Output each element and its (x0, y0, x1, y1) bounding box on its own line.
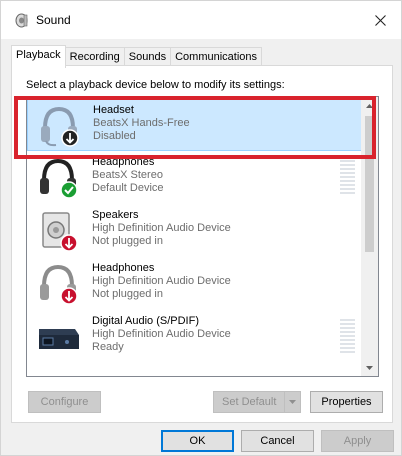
volume-meter (340, 160, 355, 194)
device-name: Headphones (92, 262, 155, 274)
close-icon (374, 14, 386, 26)
tab-strip: Playback Recording Sounds Communications (11, 45, 263, 68)
headphones-icon (40, 264, 78, 305)
close-button[interactable] (365, 5, 395, 35)
device-description: BeatsX Hands-Free (93, 117, 190, 129)
list-item-headset[interactable]: Headset BeatsX Hands-Free Disabled (27, 98, 362, 151)
list-item-speakers[interactable]: Speakers High Definition Audio Device No… (27, 204, 362, 257)
scrollbar-thumb[interactable] (365, 116, 374, 252)
set-default-dropdown[interactable] (284, 392, 300, 412)
window-title: Sound (36, 13, 71, 27)
list-item-digital-audio[interactable]: Digital Audio (S/PDIF) High Definition A… (27, 310, 362, 363)
scroll-up-button[interactable] (361, 97, 378, 114)
headphones-icon (40, 158, 78, 199)
device-name: Headphones (92, 156, 155, 168)
headset-icon (41, 106, 79, 147)
title-bar: Sound (1, 1, 401, 39)
tab-sounds[interactable]: Sounds (123, 47, 172, 67)
chevron-down-icon (289, 400, 296, 404)
speaker-icon (15, 13, 28, 28)
tab-communications[interactable]: Communications (170, 47, 263, 67)
cancel-button[interactable]: Cancel (241, 430, 314, 452)
apply-button[interactable]: Apply (321, 430, 394, 452)
volume-meter (340, 319, 355, 353)
playback-panel: Select a playback device below to modify… (11, 65, 393, 423)
device-name: Digital Audio (S/PDIF) (92, 315, 199, 327)
device-description: High Definition Audio Device (92, 328, 231, 340)
properties-button[interactable]: Properties (310, 391, 383, 413)
device-description: High Definition Audio Device (92, 275, 231, 287)
device-name: Headset (93, 104, 134, 116)
device-description: BeatsX Stereo (92, 169, 163, 181)
device-status: Not plugged in (92, 235, 163, 247)
list-item-headphones-beatsx[interactable]: Headphones BeatsX Stereo Default Device (27, 151, 362, 204)
device-list: Headset BeatsX Hands-Free Disabled Headp… (26, 96, 379, 377)
device-status: Not plugged in (92, 288, 163, 300)
speaker-box-icon (42, 212, 78, 252)
tab-recording[interactable]: Recording (64, 47, 125, 67)
device-status: Ready (92, 341, 124, 353)
scroll-down-button[interactable] (361, 359, 378, 376)
device-status: Default Device (92, 182, 164, 194)
set-default-label: Set Default (222, 396, 277, 408)
tab-playback[interactable]: Playback (11, 45, 66, 68)
set-default-button[interactable]: Set Default (213, 391, 301, 413)
digital-audio-icon (39, 329, 79, 349)
sound-dialog: Sound Playback Recording Sounds Communic… (0, 0, 402, 456)
device-description: High Definition Audio Device (92, 222, 231, 234)
chevron-up-icon (366, 103, 373, 108)
chevron-down-icon (366, 365, 373, 370)
device-status: Disabled (93, 130, 136, 142)
instructions-label: Select a playback device below to modify… (26, 79, 285, 91)
list-item-headphones-hd[interactable]: Headphones High Definition Audio Device … (27, 257, 362, 310)
ok-button[interactable]: OK (161, 430, 234, 452)
device-name: Speakers (92, 209, 139, 221)
device-list-scrollbar[interactable] (361, 97, 378, 376)
configure-button[interactable]: Configure (28, 391, 101, 413)
